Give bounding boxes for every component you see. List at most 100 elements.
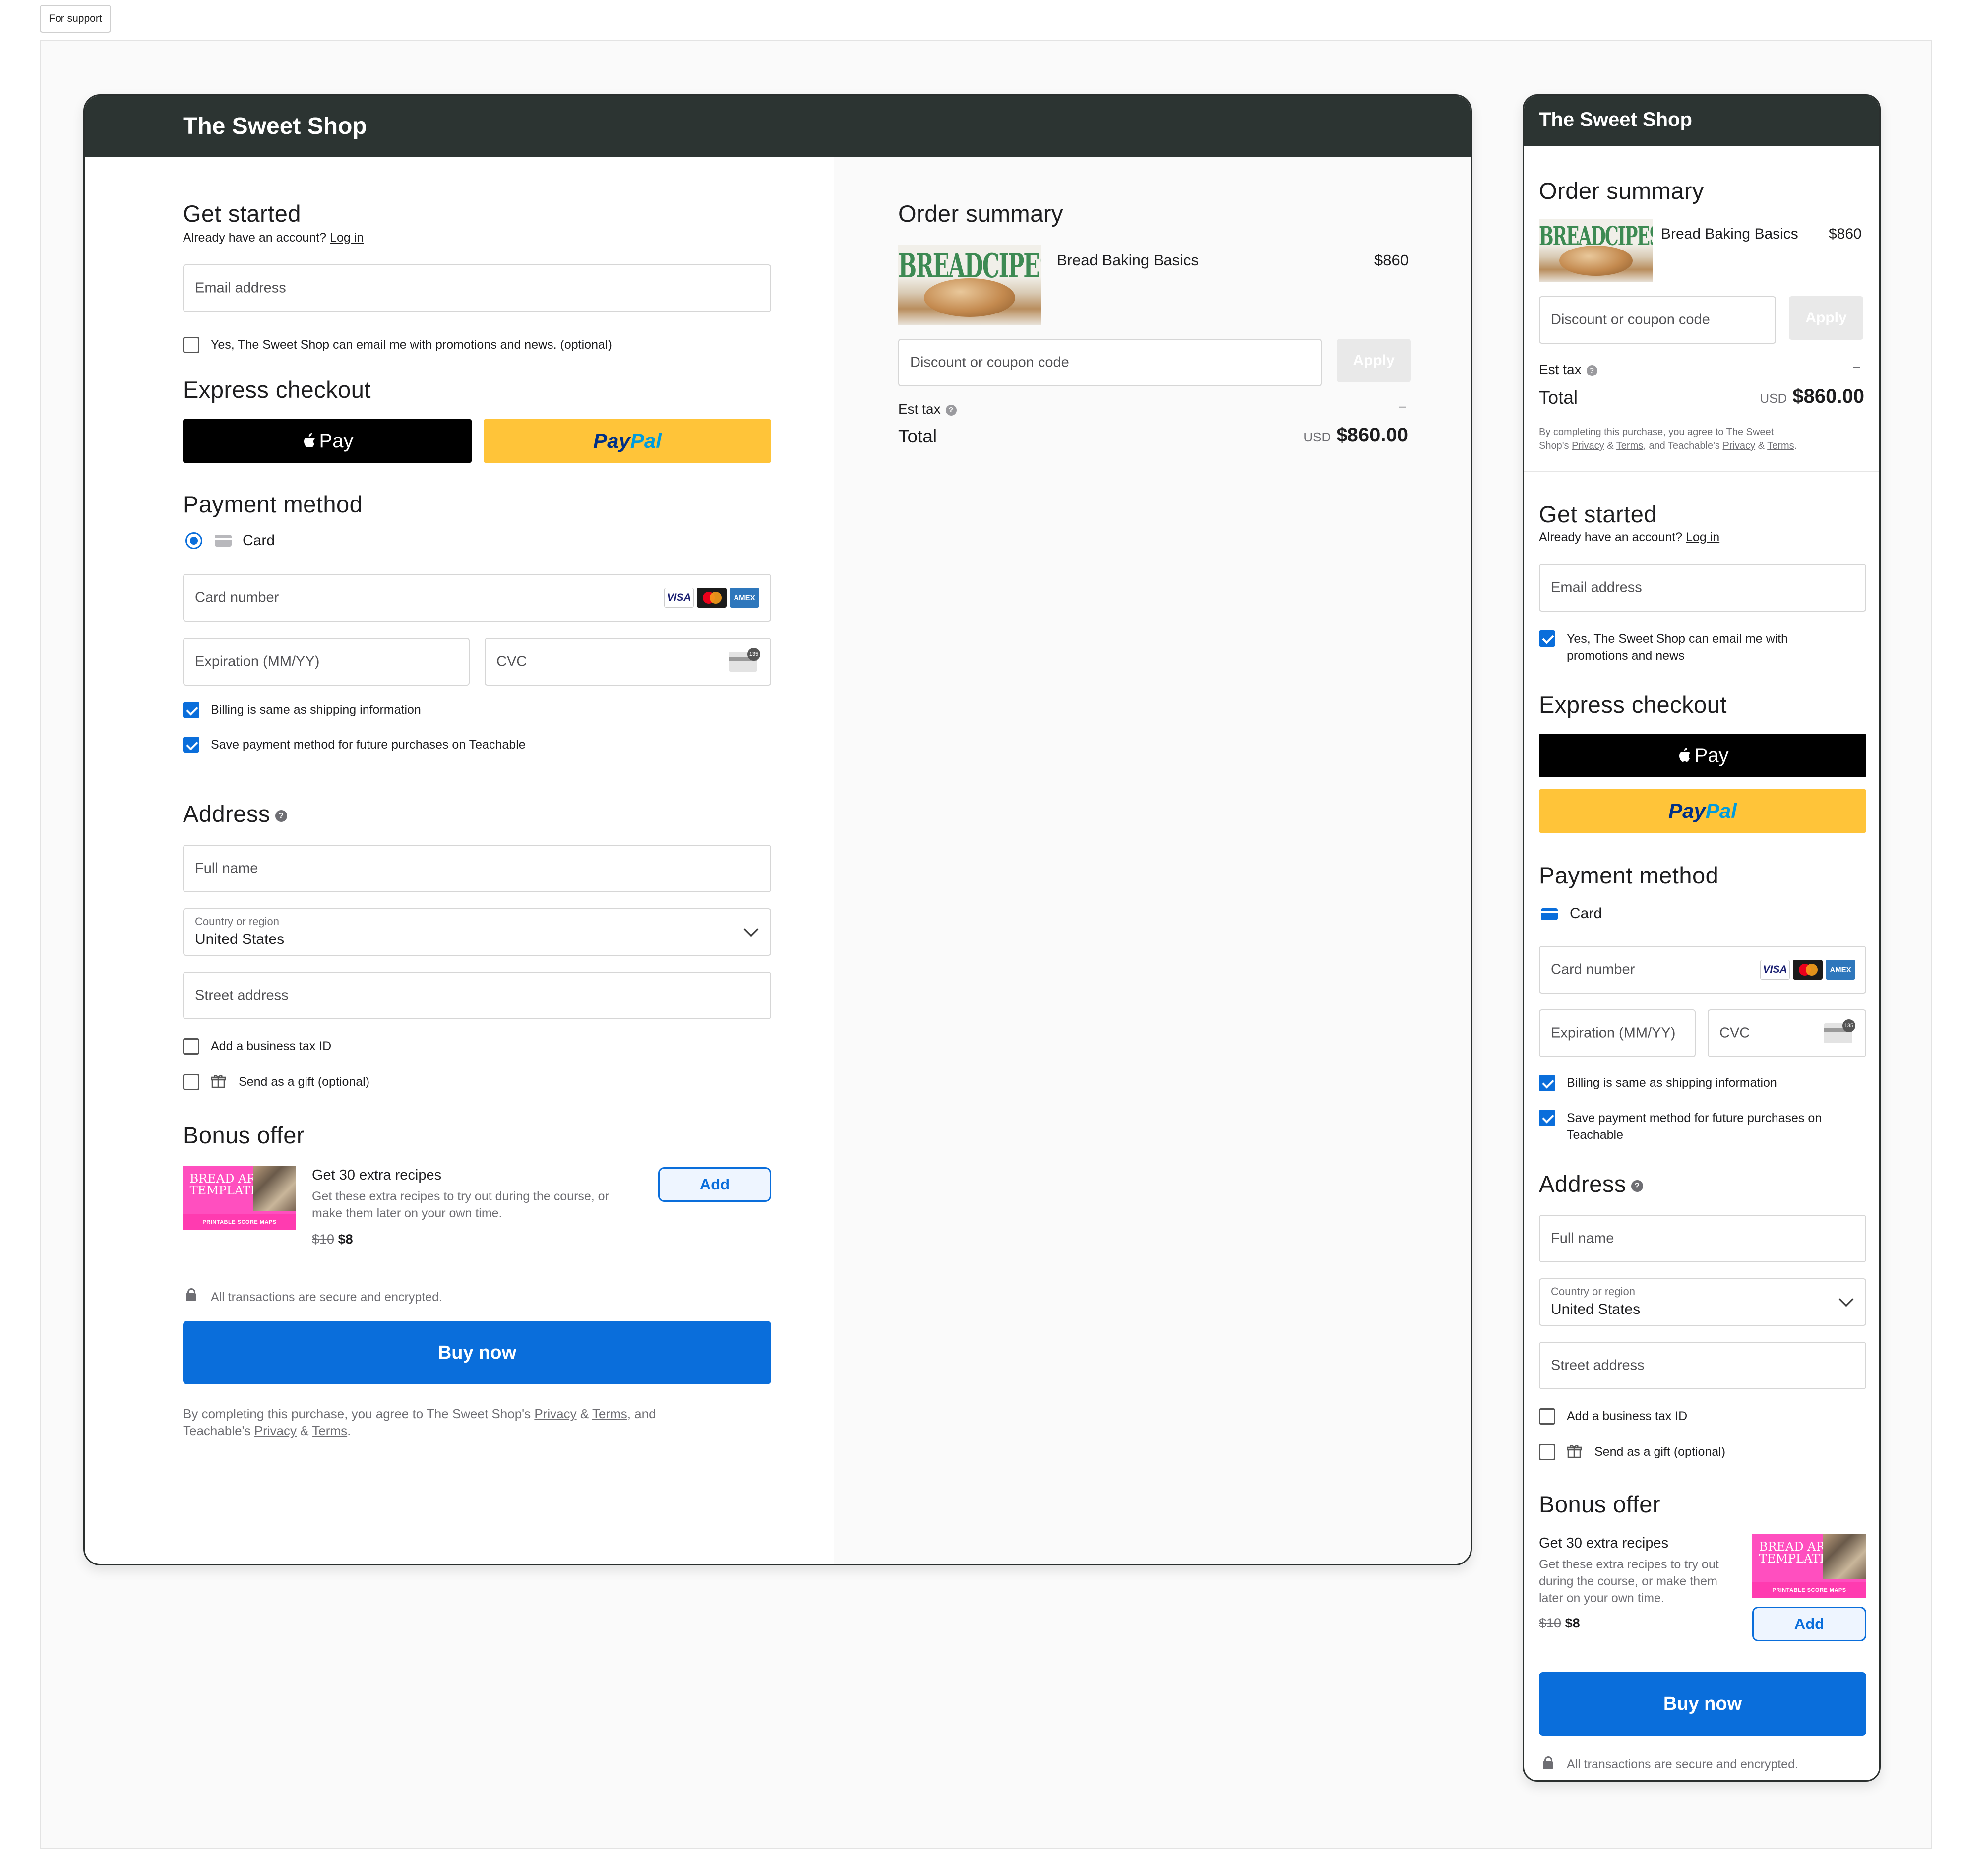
product-image: BREADCIPES: [898, 245, 1041, 325]
mobile-visa-icon: VISA: [1760, 960, 1790, 980]
email-field[interactable]: Email address: [183, 264, 771, 312]
mobile-promo-label: Yes, The Sweet Shop can email me with pro…: [1567, 632, 1788, 663]
mobile-bonus-price: $10 $8: [1539, 1616, 1580, 1630]
mobile-amex-icon: AMEX: [1826, 960, 1855, 980]
mobile-gift-checkbox[interactable]: [1539, 1444, 1555, 1460]
payment-method-title: Payment method: [183, 491, 363, 517]
buy-now-button[interactable]: Buy now: [183, 1321, 771, 1384]
expiration-field[interactable]: Expiration (MM/YY): [183, 638, 470, 686]
tax-help-icon[interactable]: ?: [945, 404, 957, 416]
m-teachable-privacy-link[interactable]: Privacy: [1722, 440, 1755, 451]
card-number-field[interactable]: Card number VISA AMEX: [183, 574, 771, 622]
teachable-privacy-link[interactable]: Privacy: [254, 1423, 297, 1438]
support-tag[interactable]: For support: [40, 5, 111, 33]
account-prompt: Already have an account? Log in: [183, 231, 364, 245]
mobile-shop-name: The Sweet Shop: [1539, 109, 1692, 130]
mobile-apply-button[interactable]: Apply: [1789, 296, 1863, 340]
mobile-country-select[interactable]: Country or region United States: [1539, 1278, 1866, 1326]
product-name: Bread Baking Basics: [1057, 251, 1199, 269]
mobile-expiration-field[interactable]: Expiration (MM/YY): [1539, 1009, 1696, 1057]
mobile-total-label: Total: [1539, 387, 1578, 408]
product-price: $860: [1374, 251, 1409, 269]
cvc-field[interactable]: CVC: [485, 638, 771, 686]
mobile-email-field[interactable]: Email address: [1539, 564, 1866, 612]
shop-terms-link[interactable]: Terms: [592, 1406, 627, 1421]
mobile-street-address-field[interactable]: Street address: [1539, 1342, 1866, 1389]
coupon-field[interactable]: Discount or coupon code: [898, 339, 1322, 386]
mobile-promo-checkbox[interactable]: [1539, 630, 1555, 647]
tax-id-checkbox[interactable]: [183, 1038, 199, 1055]
mobile-billing-same-label: Billing is same as shipping information: [1567, 1076, 1777, 1090]
tax-label: Est tax?: [898, 401, 957, 417]
country-select[interactable]: Country or region United States: [183, 908, 771, 956]
mobile-paypal-button[interactable]: Pay Pal: [1539, 789, 1866, 833]
mobile-terms-top: By completing this purchase, you agree t…: [1539, 427, 1797, 451]
mobile-buy-now-button[interactable]: Buy now: [1539, 1672, 1866, 1736]
mobile-cvc-field[interactable]: CVC: [1708, 1009, 1866, 1057]
teachable-terms-link[interactable]: Terms: [312, 1423, 347, 1438]
mobile-tax-value: –: [1853, 360, 1860, 374]
paypal-button[interactable]: Pay Pal: [484, 419, 771, 463]
card-icon: [215, 535, 232, 547]
apply-button[interactable]: Apply: [1337, 339, 1411, 382]
total-label: Total: [898, 426, 937, 446]
shop-name: The Sweet Shop: [183, 113, 367, 139]
mobile-checkout: The Sweet Shop Order summary BREADCIPES …: [1523, 94, 1881, 1782]
mobile-apple-pay-button[interactable]: Pay: [1539, 734, 1866, 777]
mobile-coupon-field[interactable]: Discount or coupon code: [1539, 296, 1776, 344]
gift-icon: [211, 1075, 226, 1088]
mobile-full-name-field[interactable]: Full name: [1539, 1215, 1866, 1262]
card-radio[interactable]: [185, 532, 202, 549]
mobile-chevron-down-icon: [1838, 1292, 1854, 1307]
billing-same-checkbox[interactable]: [183, 702, 199, 718]
mobile-gift-icon: [1567, 1445, 1582, 1458]
m-shop-privacy-link[interactable]: Privacy: [1572, 440, 1604, 451]
full-name-field[interactable]: Full name: [183, 845, 771, 892]
bonus-add-button[interactable]: Add: [658, 1167, 771, 1202]
mobile-card-number-field[interactable]: Card number VISA AMEX: [1539, 946, 1866, 994]
bonus-name: Get 30 extra recipes: [312, 1167, 442, 1183]
mobile-tax-help-icon[interactable]: ?: [1586, 365, 1597, 376]
mobile-tax-id-checkbox[interactable]: [1539, 1408, 1555, 1425]
gift-label: Send as a gift (optional): [239, 1075, 370, 1089]
mobile-total-amount: USD $860.00: [1760, 385, 1864, 407]
get-started-title: Get started: [183, 200, 301, 227]
chevron-down-icon: [743, 922, 759, 937]
m-shop-terms-link[interactable]: Terms: [1616, 440, 1643, 451]
mobile-login-link[interactable]: Log in: [1686, 530, 1719, 544]
billing-same-label: Billing is same as shipping information: [211, 703, 421, 717]
save-method-label: Save payment method for future purchases…: [211, 738, 526, 751]
street-address-field[interactable]: Street address: [183, 972, 771, 1019]
login-link[interactable]: Log in: [330, 231, 364, 245]
visa-icon: VISA: [664, 588, 694, 608]
terms-text: By completing this purchase, you agree t…: [183, 1406, 656, 1438]
shop-privacy-link[interactable]: Privacy: [534, 1406, 576, 1421]
mobile-bonus-title: Bonus offer: [1539, 1491, 1661, 1517]
gift-checkbox[interactable]: [183, 1074, 199, 1090]
mobile-billing-same-checkbox[interactable]: [1539, 1075, 1555, 1091]
mobile-product-price: $860: [1829, 226, 1862, 242]
mobile-card-icon: [1541, 908, 1558, 920]
mastercard-icon: [697, 588, 727, 608]
apple-pay-button[interactable]: Pay: [183, 419, 472, 463]
mobile-save-method-checkbox[interactable]: [1539, 1110, 1555, 1126]
mobile-order-summary-title: Order summary: [1539, 178, 1704, 204]
order-summary-title: Order summary: [898, 200, 1063, 227]
m-teachable-terms-link[interactable]: Terms: [1767, 440, 1794, 451]
mobile-bonus-add-button[interactable]: Add: [1752, 1607, 1866, 1641]
mobile-tax-label: Est tax?: [1539, 362, 1597, 377]
mobile-express-title: Express checkout: [1539, 691, 1727, 718]
promo-checkbox[interactable]: [183, 337, 199, 353]
total-amount: USD $860.00: [1303, 424, 1408, 446]
mobile-save-method-label: Save payment method for future purchases…: [1567, 1111, 1822, 1142]
bonus-price: $10 $8: [312, 1232, 353, 1247]
mobile-card-brands: VISA AMEX: [1760, 960, 1855, 980]
mobile-product-image: BREADCIPES: [1539, 219, 1653, 282]
mobile-cvc-icon: [1824, 1019, 1855, 1043]
mobile-account-prompt: Already have an account? Log in: [1539, 530, 1720, 544]
help-icon[interactable]: ?: [275, 810, 287, 822]
save-method-checkbox[interactable]: [183, 737, 199, 753]
mobile-help-icon[interactable]: ?: [1631, 1180, 1643, 1192]
mobile-header-bar: The Sweet Shop: [1524, 96, 1879, 146]
desktop-checkout: The Sweet Shop Get started Already have …: [83, 94, 1472, 1565]
